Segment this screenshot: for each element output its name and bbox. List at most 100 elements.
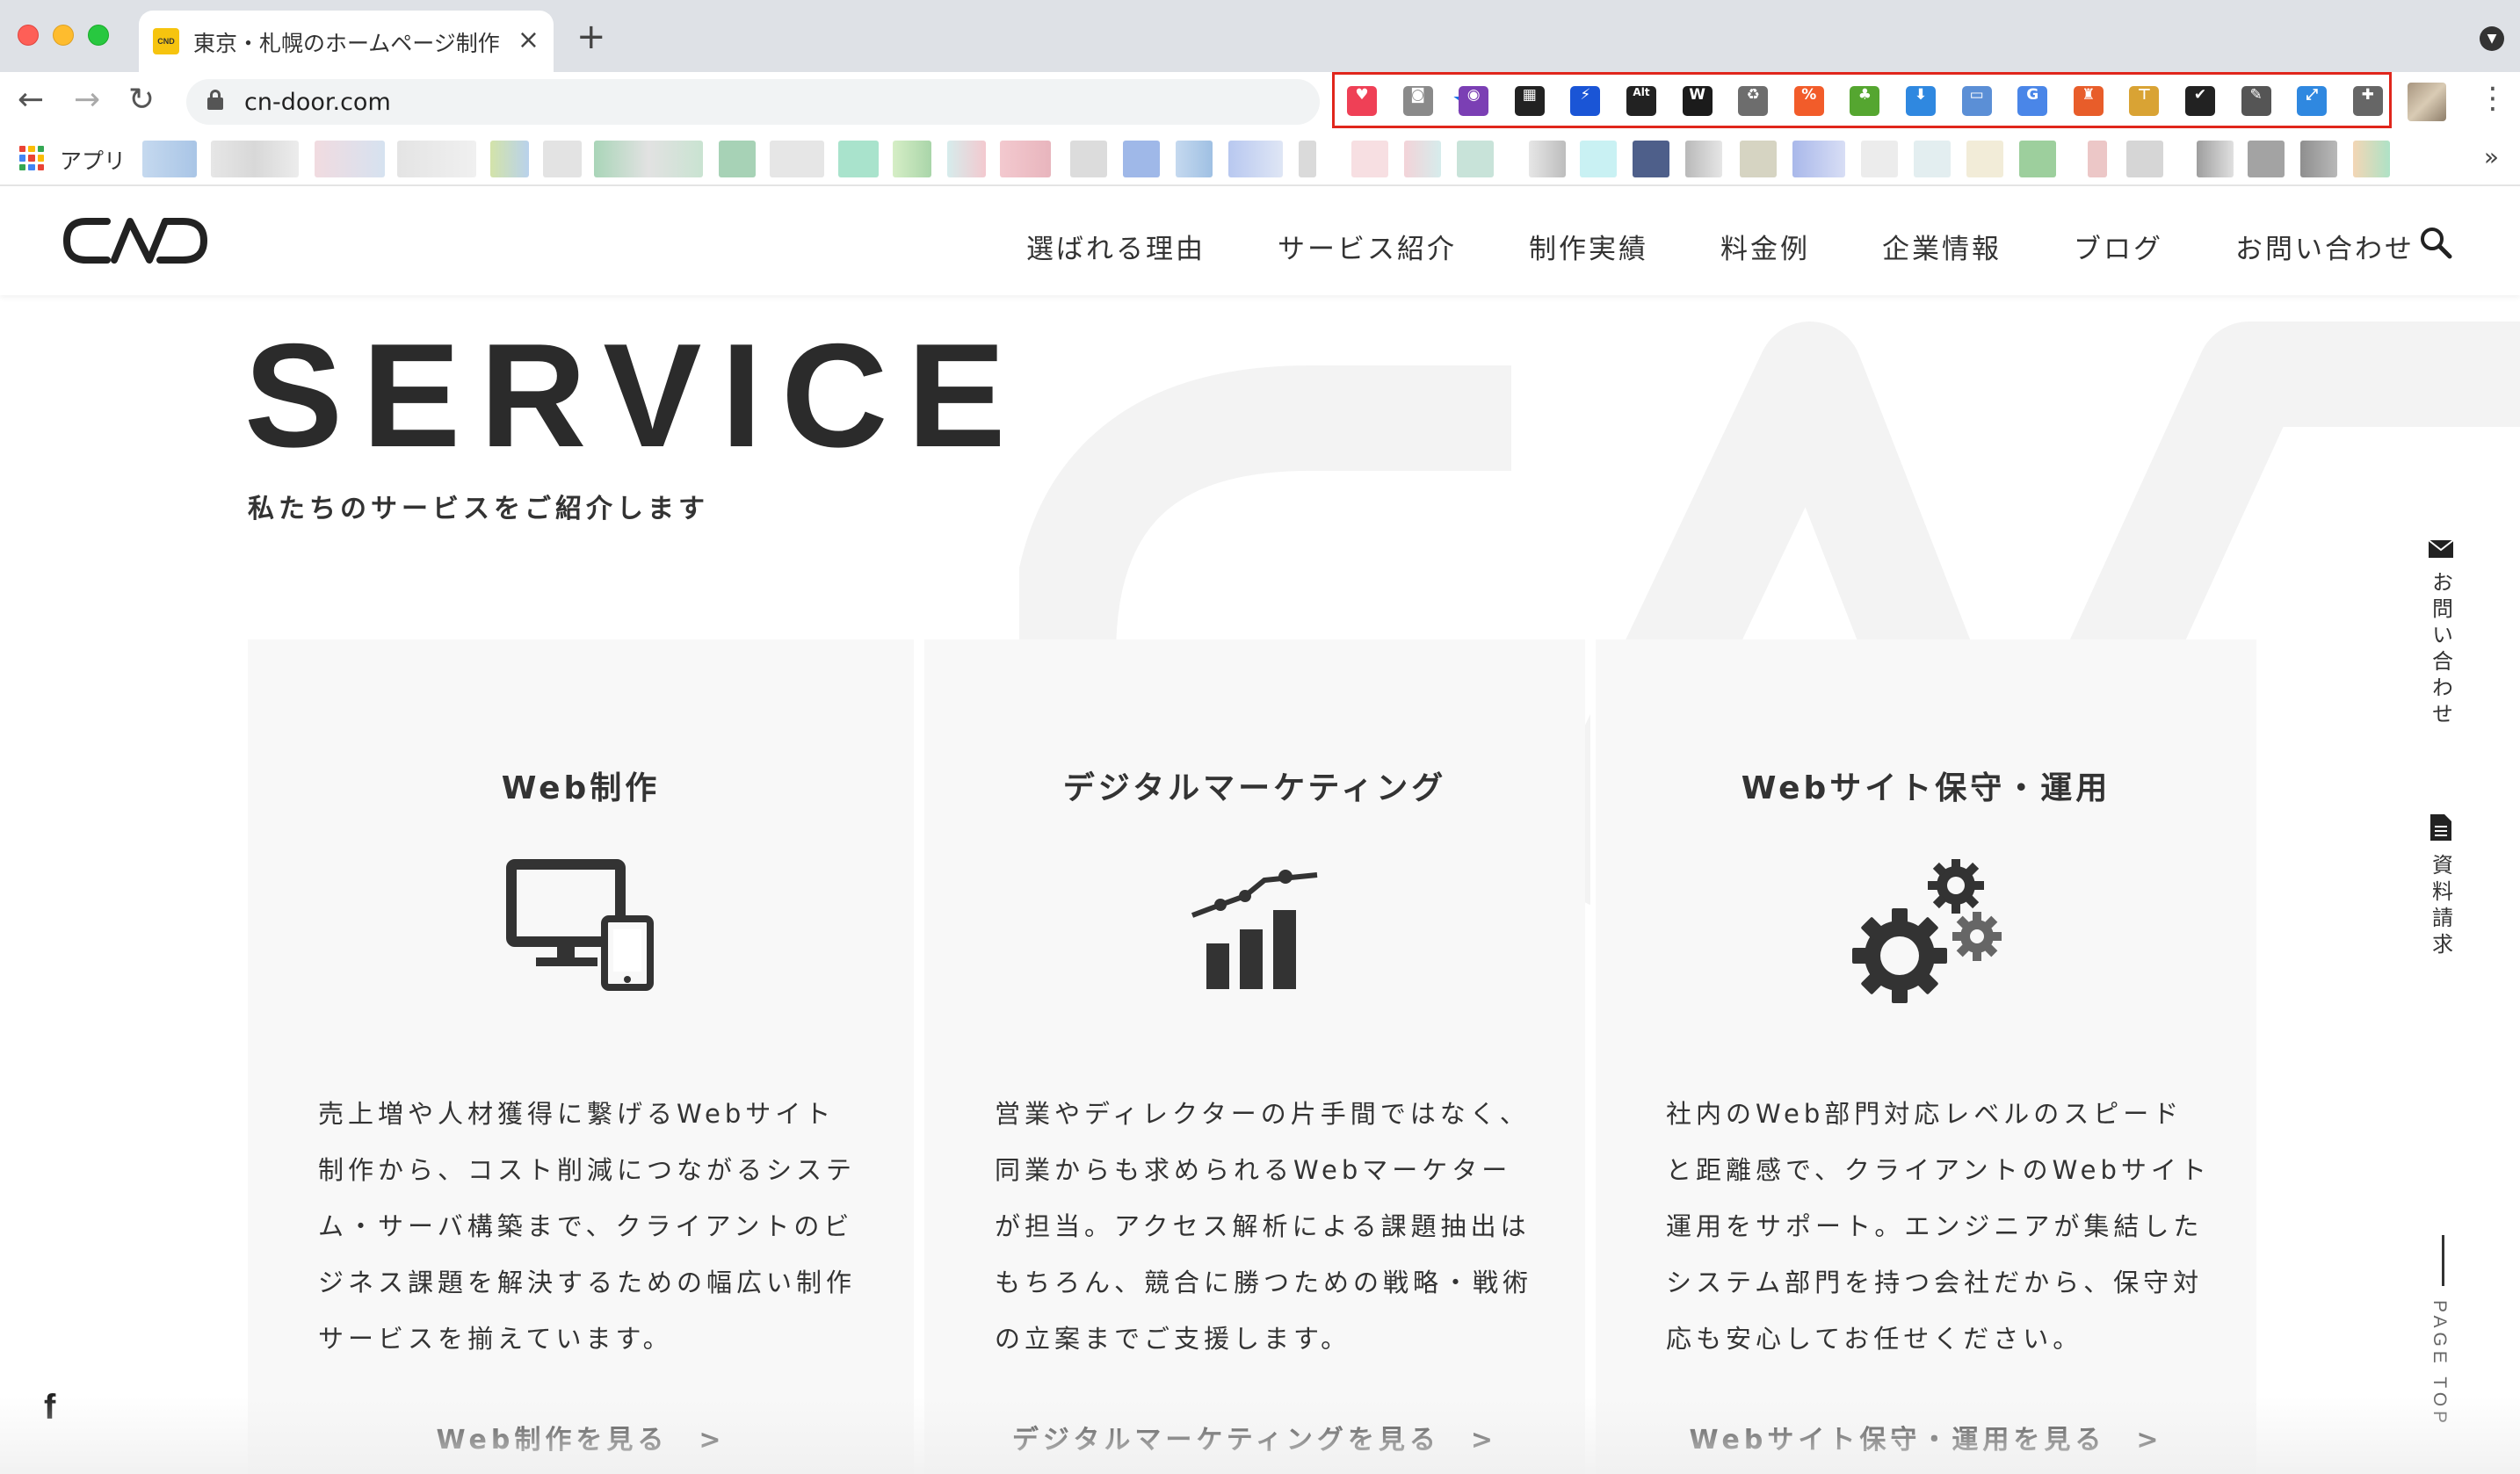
apps-grid-icon[interactable] (19, 146, 44, 170)
blurred-bookmark[interactable] (142, 141, 197, 177)
nav-services[interactable]: サービス紹介 (1278, 227, 1457, 266)
blurred-bookmark[interactable] (1861, 141, 1898, 177)
nav-reasons[interactable]: 選ばれる理由 (1026, 227, 1206, 266)
blurred-bookmark[interactable] (838, 141, 879, 177)
blurred-bookmark[interactable] (1633, 141, 1669, 177)
blurred-bookmark[interactable] (1966, 141, 2003, 177)
pocket-extension-icon[interactable]: ♥ (1347, 86, 1377, 116)
google-translate-extension-icon[interactable]: G (2017, 86, 2048, 116)
blurred-bookmark[interactable] (893, 141, 931, 177)
window-zoom-button[interactable] (88, 25, 109, 46)
blurred-bookmark[interactable] (594, 141, 703, 177)
blurred-bookmark[interactable] (1070, 141, 1107, 177)
profile-avatar[interactable] (2408, 83, 2446, 121)
tab-search-icon[interactable]: ▼ (2480, 26, 2504, 51)
blurred-bookmark[interactable] (1580, 141, 1617, 177)
search-icon[interactable] (2418, 225, 2453, 264)
blurred-bookmark[interactable] (2019, 141, 2056, 177)
nav-contact[interactable]: お問い合わせ (2235, 227, 2415, 266)
ruler-extension-icon[interactable]: ⊤ (2129, 86, 2160, 116)
blurred-bookmark[interactable] (1792, 141, 1845, 177)
alt-text-extension-icon[interactable]: Alt (1626, 86, 1656, 116)
card-description: 売上増や人材獲得に繋げるWebサイト制作から、コスト削減につながるシステム・サー… (318, 1099, 857, 1354)
blurred-bookmark[interactable] (1457, 141, 1494, 177)
blurred-bookmark[interactable] (770, 141, 824, 177)
page-top-button[interactable]: PAGE TOP (2429, 1300, 2450, 1427)
window-close-button[interactable] (18, 25, 39, 46)
blurred-bookmark[interactable] (1404, 141, 1441, 177)
blurred-bookmark[interactable] (2353, 141, 2390, 177)
blurred-bookmark[interactable] (2248, 141, 2285, 177)
reload-icon[interactable]: ↻ (128, 83, 155, 118)
card-link-marketing[interactable]: デジタルマーケティングを見る > (924, 1418, 1585, 1456)
blurred-bookmark[interactable] (1176, 141, 1213, 177)
browser-menu-icon[interactable]: ⋮ (2478, 81, 2508, 116)
blurred-bookmark[interactable] (2126, 141, 2163, 177)
blurred-bookmark[interactable] (543, 141, 582, 177)
color-circle-extension-icon[interactable]: ◉ (1459, 86, 1489, 116)
blurred-bookmark[interactable] (947, 141, 986, 177)
blurred-bookmark[interactable] (1529, 141, 1566, 177)
side-contact-link[interactable]: お問い合わせ (2425, 539, 2457, 729)
tab-title: 東京・札幌のホームページ制作 (193, 31, 500, 56)
service-card-web: Web制作 売上増や人材獲得に繋げるWebサイト制作から、コスト削減につながるシ… (248, 639, 914, 1474)
resize-extension-icon[interactable]: ⤢ (2297, 86, 2328, 116)
new-tab-button[interactable]: + (576, 19, 606, 54)
apps-label[interactable]: アプリ (60, 144, 126, 176)
browser-tab-active[interactable]: CND 東京・札幌のホームページ制作 × (139, 11, 554, 72)
card-link-web[interactable]: Web制作を見る > (248, 1418, 914, 1456)
window-extension-icon[interactable]: ▭ (1961, 86, 1992, 116)
blurred-bookmark[interactable] (315, 141, 385, 177)
card-link-maintenance[interactable]: Webサイト保守・運用を見る > (1596, 1418, 2256, 1456)
nav-pricing[interactable]: 料金例 (1720, 227, 1810, 266)
wordpress-extension-icon[interactable]: W (1682, 86, 1713, 116)
blurred-bookmark[interactable] (211, 141, 299, 177)
download-extension-icon[interactable]: ⬇ (1906, 86, 1936, 116)
blurred-bookmark[interactable] (397, 141, 476, 177)
lightning-extension-icon[interactable]: ⚡ (1570, 86, 1601, 116)
window-minimize-button[interactable] (53, 25, 74, 46)
section-title: SERVICE (244, 313, 1025, 478)
qr-code-extension-icon[interactable]: ▦ (1514, 86, 1545, 116)
service-cards: Web制作 売上増や人材獲得に繋げるWebサイト制作から、コスト削減につながるシ… (248, 639, 2269, 1474)
blurred-bookmark[interactable] (2088, 141, 2107, 177)
lock-icon[interactable] (207, 90, 223, 110)
address-bar[interactable]: cn-door.com ★ (186, 79, 1480, 125)
clover-extension-icon[interactable]: ♣ (1850, 86, 1880, 116)
side-document-link[interactable]: 資料請求 (2425, 813, 2457, 959)
bookmarks-overflow-icon[interactable]: » (2484, 142, 2499, 171)
nav-blog[interactable]: ブログ (2074, 227, 2163, 266)
url-text[interactable]: cn-door.com (244, 89, 391, 116)
site-logo[interactable] (62, 214, 211, 271)
back-arrow-icon[interactable]: ← (18, 83, 44, 118)
tab-close-icon[interactable]: × (518, 25, 539, 55)
blurred-bookmark[interactable] (1740, 141, 1777, 177)
blurred-bookmark[interactable] (1685, 141, 1722, 177)
blurred-bookmark[interactable] (1299, 141, 1316, 177)
percent-extension-icon[interactable]: % (1793, 86, 1824, 116)
rocket-extension-icon[interactable]: ♜ (2073, 86, 2104, 116)
facebook-icon[interactable]: f (44, 1388, 55, 1427)
forward-arrow-icon[interactable]: → (74, 83, 100, 118)
blurred-bookmark[interactable] (490, 141, 529, 177)
main-content: SERVICE 私たちのサービスをご紹介します Web制作 売上増や人材獲得に繋… (0, 295, 2520, 1474)
browser-toolbar: ← → ↻ cn-door.com ★ ♥ ◙ ◉ ▦ ⚡ Alt W ♻% ♣ ⬇ ▭ G ♜ ⊤ ✔ ✎ ⤢… (0, 72, 2520, 132)
blurred-bookmark[interactable] (2300, 141, 2337, 177)
mail-icon (2428, 539, 2454, 558)
camera-extension-icon[interactable]: ◙ (1402, 86, 1433, 116)
nav-company[interactable]: 企業情報 (1882, 227, 2002, 266)
blurred-bookmark[interactable] (1351, 141, 1388, 177)
puzzle-extension-icon[interactable]: ✚ (2352, 86, 2383, 116)
bookmarks-bar: アプリ » (0, 132, 2520, 186)
blurred-bookmark[interactable] (1914, 141, 1951, 177)
checkbox-extension-icon[interactable]: ✔ (2185, 86, 2215, 116)
blurred-bookmark[interactable] (1123, 141, 1160, 177)
blurred-bookmark[interactable] (1228, 141, 1283, 177)
blurred-bookmark[interactable] (1000, 141, 1051, 177)
recycle-extension-icon[interactable]: ♻ (1738, 86, 1769, 116)
gears-icon (1596, 859, 2256, 1003)
blurred-bookmark[interactable] (719, 141, 756, 177)
blurred-bookmark[interactable] (2197, 141, 2234, 177)
eyedropper-extension-icon[interactable]: ✎ (2241, 86, 2271, 116)
nav-works[interactable]: 制作実績 (1529, 227, 1648, 266)
